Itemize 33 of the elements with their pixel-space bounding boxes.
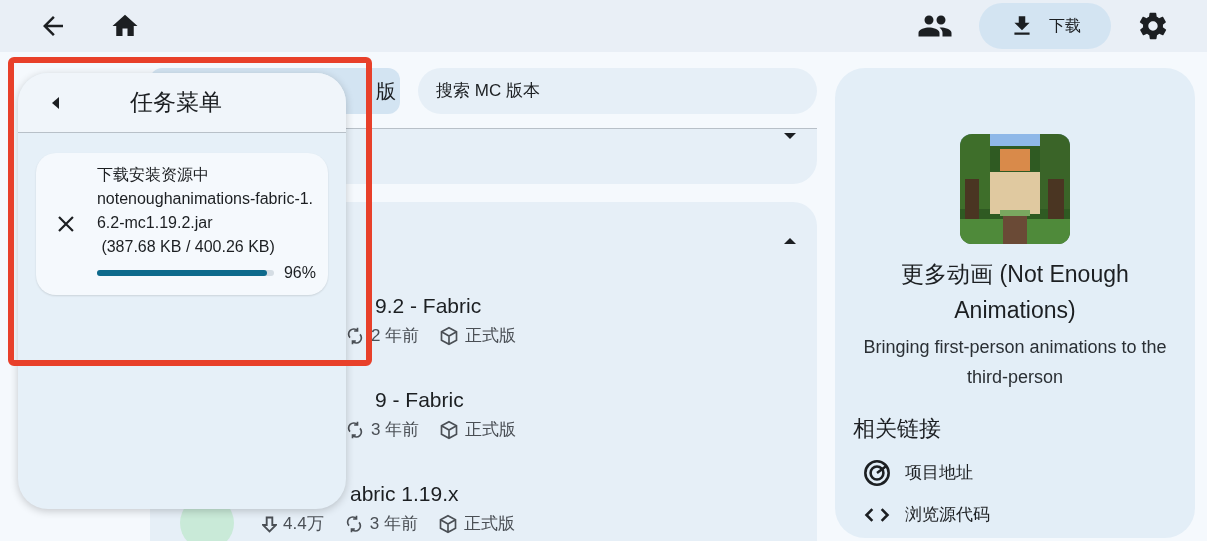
refresh-icon [345, 420, 365, 440]
settings-icon[interactable] [1137, 10, 1169, 42]
task-status: 下载安装资源中 [96, 165, 210, 185]
release-type: 正式版 [465, 421, 517, 439]
package-icon [437, 514, 458, 534]
release-type: 正式版 [463, 515, 515, 533]
links-heading: 相关链接 [853, 415, 941, 443]
task-file: notenoughanimations-fabric-1.6.2-mc1.19.2.jar [96, 189, 315, 233]
package-icon [439, 326, 460, 346]
package-icon [439, 420, 460, 440]
download-count: 4.4万 [283, 515, 324, 533]
close-icon[interactable] [56, 214, 76, 234]
task-size: (387.68 KB / 400.26 KB) [100, 237, 276, 257]
panel-title: 任务菜单 [130, 88, 222, 118]
search-field[interactable]: 搜索 MC 版本 [418, 68, 817, 114]
mod-title: 更多动画 (Not Enough Animations) [900, 260, 1130, 325]
progress-percent: 96% [283, 263, 316, 283]
mod-description: Bringing first-person animations to the third-person [862, 336, 1168, 389]
release-type: 正式版 [465, 327, 517, 345]
download-count-icon [262, 515, 277, 533]
collapse-caret-icon[interactable] [783, 236, 797, 246]
refresh-icon [345, 326, 365, 346]
download-button[interactable]: 下载 [979, 3, 1111, 49]
updated-time: 3 年前 [369, 515, 418, 533]
back-caret-icon[interactable] [50, 95, 60, 110]
link[interactable]: 浏览源代码 [905, 502, 990, 528]
link[interactable]: 项目地址 [905, 460, 973, 486]
expand-caret-icon[interactable] [783, 131, 797, 141]
version-title[interactable]: 9.2 - Fabric [345, 292, 517, 320]
updated-time: 3 年前 [371, 421, 420, 439]
target-icon [863, 459, 891, 487]
updated-time: 2 年前 [371, 327, 420, 345]
version-title[interactable]: 9 - Fabric [345, 386, 517, 414]
